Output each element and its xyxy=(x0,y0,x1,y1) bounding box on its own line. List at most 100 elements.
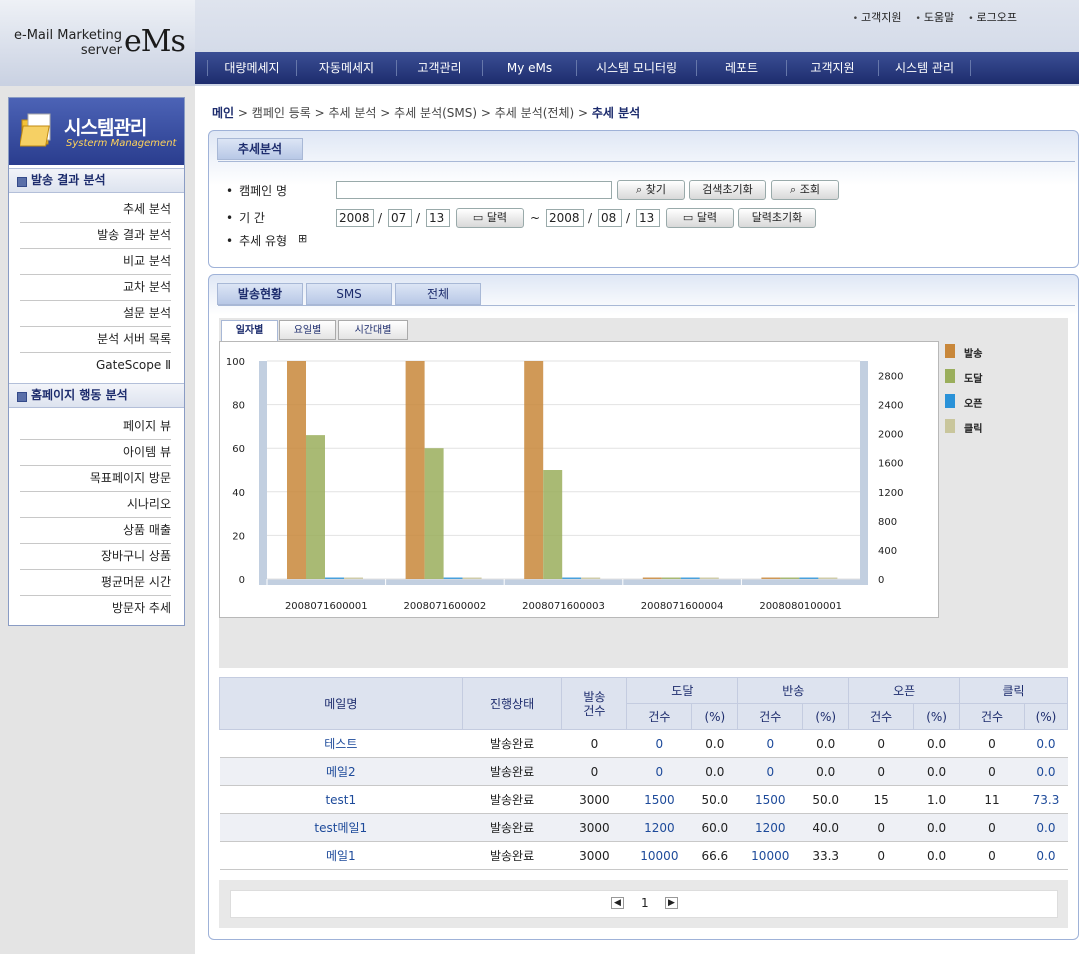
bar-click xyxy=(462,577,482,579)
menu-system-monitoring[interactable]: 시스템 모니터링 xyxy=(577,60,697,76)
to-month-input[interactable]: 08 xyxy=(598,209,622,227)
section-send-result-analysis[interactable]: 발송 결과 분석 xyxy=(9,168,184,193)
cell-status: 발송완료 xyxy=(462,729,562,758)
sidebar-item-compare[interactable]: 비교 분석 xyxy=(20,249,171,275)
bar-reach xyxy=(661,577,681,579)
link-logoff[interactable]: 로그오프 xyxy=(968,9,1017,25)
sidebar-item-avg-stay[interactable]: 평균머문 시간 xyxy=(20,570,171,596)
menu-customer[interactable]: 고객관리 xyxy=(397,60,483,76)
menu-my-ems[interactable]: My eMs xyxy=(483,60,577,76)
cell-open-pct: 0.0 xyxy=(913,813,960,842)
bar-click xyxy=(699,577,719,579)
col-count: 건수 xyxy=(959,703,1025,730)
cell-reach[interactable]: 0 xyxy=(626,757,692,786)
from-year-input[interactable]: 2008 xyxy=(336,209,374,227)
logo-brand: eMs xyxy=(124,24,186,59)
query-button[interactable]: ⌕ 조회 xyxy=(771,180,839,200)
tab-sms[interactable]: SMS xyxy=(306,283,392,305)
cell-bounce-pct: 0.0 xyxy=(802,729,849,758)
from-month-input[interactable]: 07 xyxy=(388,209,412,227)
logo-line1: e-Mail Marketing xyxy=(14,28,123,43)
y-tick-label: 20 xyxy=(232,531,245,542)
tab-hourly[interactable]: 시간대별 xyxy=(338,320,408,340)
from-calendar-button[interactable]: ▭ 달력 xyxy=(456,208,524,228)
sidebar-item-survey[interactable]: 설문 분석 xyxy=(20,301,171,327)
link-support[interactable]: 고객지원 xyxy=(853,9,901,25)
bar-click xyxy=(344,577,363,579)
sidebar-item-item-view[interactable]: 아이템 뷰 xyxy=(20,440,171,466)
legend-swatch-click xyxy=(945,419,955,433)
cell-reach[interactable]: 1500 xyxy=(626,785,692,814)
cell-name[interactable]: 테스트 xyxy=(219,729,463,758)
tab-all[interactable]: 전체 xyxy=(395,283,481,305)
cell-click-pct[interactable]: 0.0 xyxy=(1024,841,1068,870)
col-count: 건수 xyxy=(626,703,693,730)
floor-bar xyxy=(267,579,860,585)
sidebar-item-cart[interactable]: 장바구니 상품 xyxy=(20,544,171,570)
next-page-button[interactable]: ▶ xyxy=(665,897,678,909)
section-homepage-behavior[interactable]: 홈페이지 행동 분석 xyxy=(9,383,184,408)
cell-reach[interactable]: 0 xyxy=(626,729,692,758)
cell-click-pct[interactable]: 0.0 xyxy=(1024,757,1068,786)
link-help[interactable]: 도움말 xyxy=(916,9,954,25)
y2-tick-label: 1600 xyxy=(878,459,903,470)
breadcrumb-home[interactable]: 메인 xyxy=(212,106,234,120)
cell-click-pct[interactable]: 0.0 xyxy=(1024,813,1068,842)
bar-open xyxy=(325,577,344,579)
cell-click-pct[interactable]: 0.0 xyxy=(1024,729,1068,758)
sidebar-item-cross[interactable]: 교차 분석 xyxy=(20,275,171,301)
date-sep: / xyxy=(416,211,421,225)
date-range-tilde: ~ xyxy=(530,211,541,225)
search-icon: ⌕ xyxy=(790,183,800,196)
cell-reach[interactable]: 1200 xyxy=(626,813,692,842)
prev-page-button[interactable]: ◀ xyxy=(611,897,624,909)
cell-reach[interactable]: 10000 xyxy=(626,841,692,870)
sidebar-item-send-result[interactable]: 발송 결과 분석 xyxy=(20,223,171,249)
cell-name[interactable]: 메일1 xyxy=(219,841,463,870)
menu-auto-message[interactable]: 자동메세지 xyxy=(297,60,397,76)
menu-system-admin[interactable]: 시스템 관리 xyxy=(879,60,971,76)
legend-reach: 도달 xyxy=(964,374,983,385)
sidebar-item-visitor-trend[interactable]: 방문자 추세 xyxy=(20,596,171,622)
find-button[interactable]: ⌕ 찾기 xyxy=(617,180,685,200)
col-mail-name[interactable]: 메일명 xyxy=(219,677,463,730)
calendar-reset-button[interactable]: 달력초기화 xyxy=(738,208,816,228)
sidebar-item-gatescope[interactable]: GateScope Ⅱ xyxy=(20,353,171,379)
cell-bounce[interactable]: 10000 xyxy=(737,841,803,870)
cell-click: 0 xyxy=(959,813,1025,842)
menu-bulk-message[interactable]: 대량메세지 xyxy=(207,60,297,76)
reset-search-button[interactable]: 검색초기화 xyxy=(689,180,766,200)
tab-weekday[interactable]: 요일별 xyxy=(279,320,336,340)
expand-icon[interactable]: ⊞ xyxy=(298,232,307,245)
sidebar-item-server-list[interactable]: 분석 서버 목록 xyxy=(20,327,171,353)
breadcrumb-path[interactable]: > 캠페인 등록 > 추세 분석 > 추세 분석(SMS) > 추세 분석(전체… xyxy=(238,106,588,120)
cell-name[interactable]: 메일2 xyxy=(219,757,463,786)
menu-report[interactable]: 레포트 xyxy=(697,60,787,76)
cell-bounce[interactable]: 1200 xyxy=(737,813,803,842)
campaign-input[interactable] xyxy=(336,181,612,199)
col-open: 오픈 xyxy=(848,677,961,704)
cell-name[interactable]: test1 xyxy=(219,785,463,814)
tab-trend-analysis[interactable]: 추세분석 xyxy=(217,138,303,160)
sidebar-item-goal-page[interactable]: 목표페이지 방문 xyxy=(20,466,171,492)
sidebar-item-product-sales[interactable]: 상품 매출 xyxy=(20,518,171,544)
cell-bounce[interactable]: 0 xyxy=(737,757,803,786)
sidebar-item-trend-analysis[interactable]: 추세 분석 xyxy=(20,197,171,223)
page-1[interactable]: 1 xyxy=(641,896,649,910)
cell-bounce[interactable]: 1500 xyxy=(737,785,803,814)
to-day-input[interactable]: 13 xyxy=(636,209,660,227)
cell-bounce[interactable]: 0 xyxy=(737,729,803,758)
plot-background xyxy=(267,361,860,579)
sidebar-item-scenario[interactable]: 시나리오 xyxy=(20,492,171,518)
to-calendar-button[interactable]: ▭ 달력 xyxy=(666,208,734,228)
tab-daily[interactable]: 일자별 xyxy=(221,320,278,341)
menu-support[interactable]: 고객지원 xyxy=(787,60,879,76)
cell-name[interactable]: test메일1 xyxy=(219,813,463,842)
sidebar-item-page-view[interactable]: 페이지 뷰 xyxy=(20,414,171,440)
to-year-input[interactable]: 2008 xyxy=(546,209,584,227)
cell-click-pct[interactable]: 73.3 xyxy=(1024,785,1068,814)
y2-tick-label: 400 xyxy=(878,546,897,557)
tab-send-status[interactable]: 발송현황 xyxy=(217,283,303,305)
bar-reach xyxy=(424,448,444,579)
from-day-input[interactable]: 13 xyxy=(426,209,450,227)
